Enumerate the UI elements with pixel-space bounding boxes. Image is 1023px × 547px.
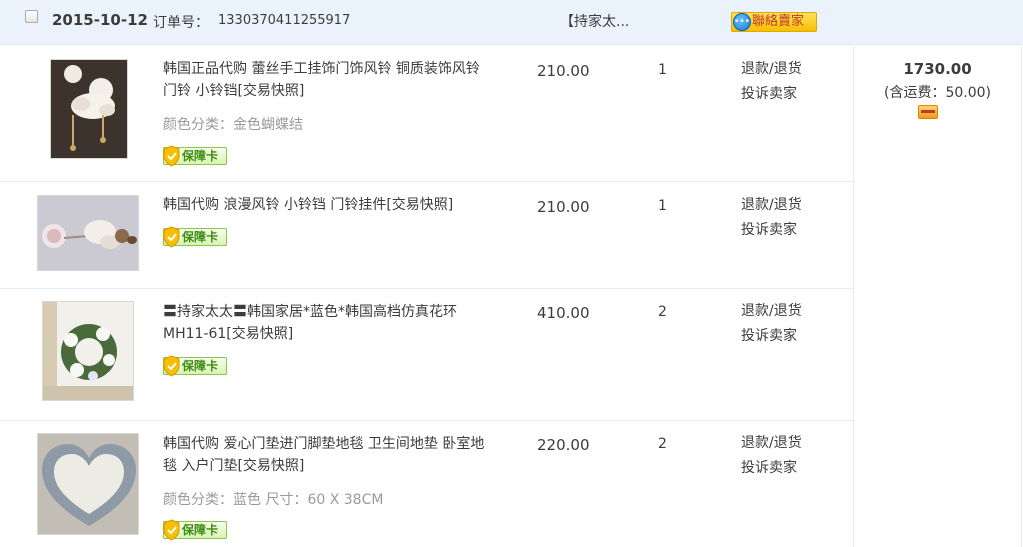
order-item: 韩国代购 爱心门垫进门脚垫地毯 卫生间地垫 卧室地毯 入户门垫[交易快照] 颜色…	[0, 421, 853, 547]
shield-icon	[163, 145, 180, 167]
shield-icon	[163, 226, 180, 248]
product-title-link[interactable]: 韩国代购 爱心门垫进门脚垫地毯 卫生间地垫 卧室地毯 入户门垫[交易快照]	[163, 433, 498, 477]
quantity: 2	[658, 304, 667, 320]
product-thumbnail[interactable]	[37, 195, 139, 271]
unit-price: 410.00	[537, 304, 590, 322]
shop-name-link[interactable]: 【持家太...	[560, 11, 629, 31]
guarantee-label: 保障卡	[182, 230, 219, 244]
complain-seller-link[interactable]: 投诉卖家	[741, 218, 802, 243]
wreath-image	[43, 302, 133, 400]
quantity: 1	[658, 62, 667, 78]
contact-seller-label: 聯絡賣家	[752, 14, 805, 29]
order-total: 1730.00	[903, 60, 972, 78]
refund-link[interactable]: 退款/退货	[741, 431, 802, 456]
product-attribute: 颜色分类：金色蝴蝶结	[163, 117, 303, 133]
item-operations: 退款/退货 投诉卖家	[741, 299, 802, 349]
shipping-fee: (含运费：50.00)	[883, 85, 991, 101]
product-thumbnail[interactable]	[37, 433, 139, 535]
unit-price: 220.00	[537, 436, 590, 454]
order-item: 韩国代购 浪漫风铃 小铃铛 门铃挂件[交易快照] 保障卡 210.00 1 退款…	[0, 182, 853, 289]
shield-icon	[163, 519, 180, 541]
guarantee-label: 保障卡	[182, 149, 219, 163]
complain-seller-link[interactable]: 投诉卖家	[741, 324, 802, 349]
complain-seller-link[interactable]: 投诉卖家	[741, 82, 802, 107]
refund-link[interactable]: 退款/退货	[741, 57, 802, 82]
credit-card-icon[interactable]	[918, 105, 938, 119]
order-total-column: 1730.00 (含运费：50.00)	[854, 46, 1021, 547]
order-date: 2015-10-12	[52, 11, 148, 29]
product-thumbnail[interactable]	[50, 59, 128, 159]
contact-seller-button[interactable]: ••• 聯絡賣家	[731, 12, 817, 32]
guarantee-label: 保障卡	[182, 359, 219, 373]
guarantee-card-badge[interactable]: 保障卡	[163, 519, 227, 541]
guarantee-card-badge[interactable]: 保障卡	[163, 226, 227, 248]
column-divider	[1021, 46, 1022, 547]
product-thumbnail[interactable]	[42, 301, 134, 401]
item-operations: 退款/退货 投诉卖家	[741, 193, 802, 243]
product-title-link[interactable]: 韩国代购 浪漫风铃 小铃铛 门铃挂件[交易快照]	[163, 194, 498, 216]
product-attribute: 颜色分类：蓝色 尺寸：60 X 38CM	[163, 492, 384, 508]
order-checkbox[interactable]	[25, 10, 38, 23]
wind-chime-image	[38, 196, 138, 270]
guarantee-card-badge[interactable]: 保障卡	[163, 355, 227, 377]
order-item: 韩国正品代购 蕾丝手工挂饰门饰风铃 铜质装饰风铃 门铃 小铃铛[交易快照] 颜色…	[0, 46, 853, 182]
item-operations: 退款/退货 投诉卖家	[741, 431, 802, 481]
order-item: 〓持家太太〓韩国家居*蓝色*韩国高档仿真花环MH11-61[交易快照] 保障卡 …	[0, 289, 853, 421]
refund-link[interactable]: 退款/退货	[741, 299, 802, 324]
item-operations: 退款/退货 投诉卖家	[741, 57, 802, 107]
order-number: 1330370411255917	[218, 13, 351, 28]
product-title-link[interactable]: 〓持家太太〓韩国家居*蓝色*韩国高档仿真花环MH11-61[交易快照]	[163, 301, 498, 345]
complain-seller-link[interactable]: 投诉卖家	[741, 456, 802, 481]
order-no-label: 订单号：	[153, 15, 209, 31]
quantity: 2	[658, 436, 667, 452]
guarantee-card-badge[interactable]: 保障卡	[163, 145, 227, 167]
unit-price: 210.00	[537, 62, 590, 80]
wind-chime-image	[51, 60, 127, 158]
product-title-link[interactable]: 韩国正品代购 蕾丝手工挂饰门饰风铃 铜质装饰风铃 门铃 小铃铛[交易快照]	[163, 58, 498, 102]
guarantee-label: 保障卡	[182, 523, 219, 537]
shield-icon	[163, 355, 180, 377]
heart-mat-image	[38, 434, 138, 534]
refund-link[interactable]: 退款/退货	[741, 193, 802, 218]
unit-price: 210.00	[537, 198, 590, 216]
quantity: 1	[658, 198, 667, 214]
order-header: 2015-10-12 订单号： 1330370411255917 【持家太...…	[0, 0, 1023, 45]
chat-bubble-icon: •••	[733, 13, 751, 31]
